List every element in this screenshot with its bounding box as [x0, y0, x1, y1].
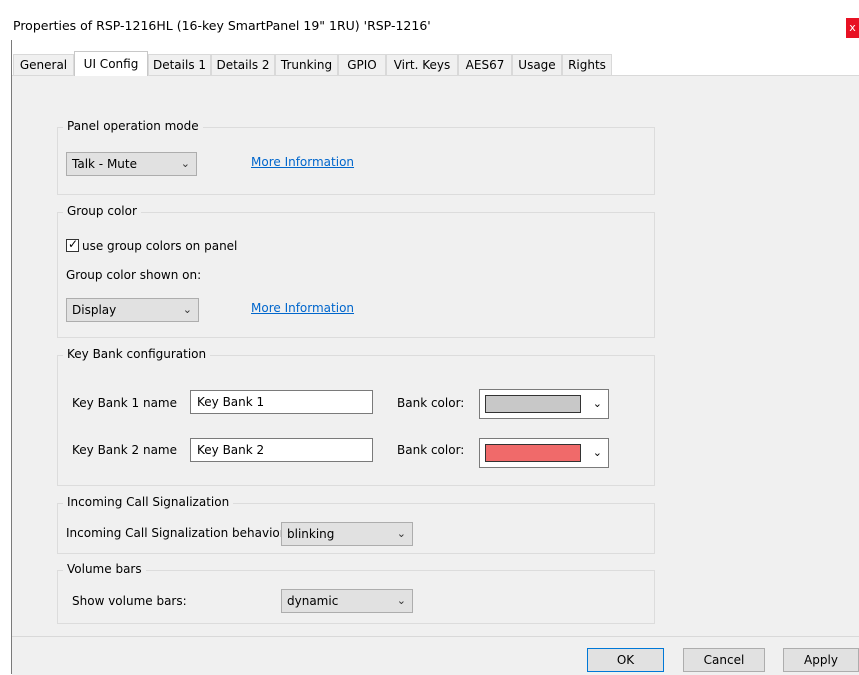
- checkmark-icon: ✓: [68, 237, 79, 251]
- tab-ui-config[interactable]: UI Config: [74, 51, 148, 76]
- panel-mode-more-info-link[interactable]: More Information: [251, 155, 354, 169]
- ok-button[interactable]: OK: [587, 648, 664, 672]
- show-volume-bars-select[interactable]: dynamic ⌄: [281, 589, 413, 613]
- close-button[interactable]: x: [846, 18, 859, 38]
- tab-details-2[interactable]: Details 2: [211, 54, 275, 75]
- chevron-down-icon: ⌄: [396, 527, 406, 540]
- tab-details-1[interactable]: Details 1: [148, 54, 211, 75]
- apply-button[interactable]: Apply: [783, 648, 859, 672]
- incoming-call-behavior-label: Incoming Call Signalization behavior:: [66, 526, 289, 540]
- panel-mode-legend: Panel operation mode: [63, 119, 203, 133]
- show-volume-bars-label: Show volume bars:: [72, 594, 187, 608]
- tab-general[interactable]: General: [13, 54, 74, 75]
- chevron-down-icon: ⌄: [182, 303, 192, 316]
- group-color-more-info-link[interactable]: More Information: [251, 301, 354, 315]
- key-bank-1-name-input[interactable]: Key Bank 1: [190, 390, 373, 414]
- tab-rights[interactable]: Rights: [562, 54, 612, 75]
- group-color-legend: Group color: [63, 204, 141, 218]
- use-group-colors-label: use group colors on panel: [82, 239, 238, 253]
- key-bank-2-name-input[interactable]: Key Bank 2: [190, 438, 373, 462]
- key-bank-2-color-swatch: [485, 444, 581, 462]
- window-title: Properties of RSP-1216HL (16-key SmartPa…: [13, 18, 431, 33]
- cancel-button[interactable]: Cancel: [683, 648, 765, 672]
- panel-mode-select[interactable]: Talk - Mute ⌄: [66, 152, 197, 176]
- key-bank-1-color-swatch: [485, 395, 581, 413]
- tab-trunking[interactable]: Trunking: [275, 54, 338, 75]
- group-color-shown-on-value: Display: [72, 303, 117, 317]
- tab-aes67[interactable]: AES67: [458, 54, 512, 75]
- title-bar: Properties of RSP-1216HL (16-key SmartPa…: [0, 0, 859, 40]
- chevron-down-icon: ⌄: [592, 446, 602, 459]
- chevron-down-icon: ⌄: [180, 157, 190, 170]
- tab-usage[interactable]: Usage: [512, 54, 562, 75]
- close-icon: x: [849, 21, 856, 34]
- panel-mode-value: Talk - Mute: [72, 157, 137, 171]
- key-bank-legend: Key Bank configuration: [63, 347, 211, 361]
- show-volume-bars-value: dynamic: [287, 594, 339, 608]
- key-bank-1-color-label: Bank color:: [397, 396, 465, 410]
- incoming-call-behavior-select[interactable]: blinking ⌄: [281, 522, 413, 546]
- key-bank-2-label: Key Bank 2 name: [72, 443, 178, 457]
- volume-bars-legend: Volume bars: [63, 562, 146, 576]
- chevron-down-icon: ⌄: [592, 397, 602, 410]
- use-group-colors-checkbox[interactable]: ✓: [66, 237, 79, 252]
- chevron-down-icon: ⌄: [396, 594, 406, 607]
- key-bank-2-color-label: Bank color:: [397, 443, 465, 457]
- incoming-call-legend: Incoming Call Signalization: [63, 495, 234, 509]
- key-bank-2-color-picker[interactable]: ⌄: [479, 438, 609, 468]
- incoming-call-behavior-value: blinking: [287, 527, 335, 541]
- tab-virt-keys[interactable]: Virt. Keys: [386, 54, 458, 75]
- group-color-shown-on-label: Group color shown on:: [66, 268, 202, 282]
- key-bank-1-label: Key Bank 1 name: [72, 396, 178, 410]
- tab-gpio[interactable]: GPIO: [338, 54, 386, 75]
- group-color-shown-on-select[interactable]: Display ⌄: [66, 298, 199, 322]
- key-bank-1-color-picker[interactable]: ⌄: [479, 389, 609, 419]
